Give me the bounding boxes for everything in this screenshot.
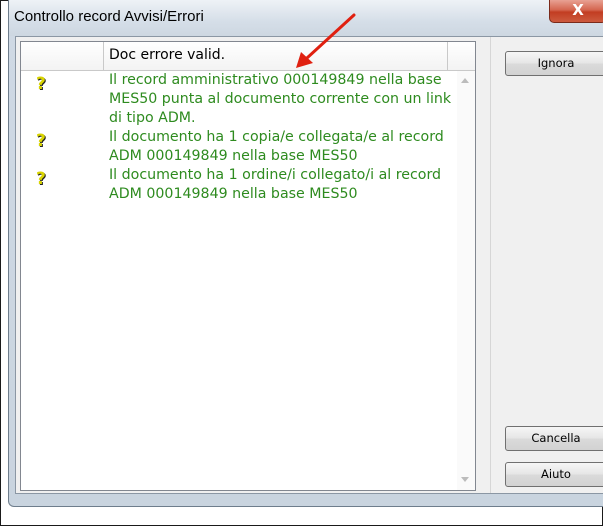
header-divider bbox=[447, 42, 448, 70]
message-text: Il documento ha 1 copia/e collegata/e al… bbox=[109, 129, 444, 164]
message-rows: ? ? Il record amministrativo 000149849 n… bbox=[21, 71, 457, 204]
question-mark-icon: ? ? bbox=[35, 73, 53, 95]
message-text: Il record amministrativo 000149849 nella… bbox=[109, 72, 452, 126]
svg-text:?: ? bbox=[36, 74, 46, 94]
vertical-scrollbar[interactable] bbox=[457, 71, 475, 490]
column-header-doc-errore[interactable]: Doc errore valid. bbox=[109, 47, 225, 63]
question-mark-icon: ? ? bbox=[35, 130, 53, 152]
question-mark-icon: ? ? bbox=[35, 168, 53, 190]
svg-text:?: ? bbox=[36, 169, 46, 189]
icon-column-header[interactable] bbox=[21, 42, 104, 70]
close-button[interactable]: X bbox=[549, 0, 603, 23]
list-item[interactable]: ? ? Il documento ha 1 ordine/i collegato… bbox=[21, 166, 457, 204]
dialog-window: Controllo record Avvisi/Errori X Doc err… bbox=[8, 0, 603, 507]
messages-list[interactable]: Doc errore valid. ? ? Il record amminist… bbox=[20, 41, 476, 491]
help-button[interactable]: Aiuto bbox=[505, 462, 603, 487]
list-item[interactable]: ? ? Il documento ha 1 copia/e collegata/… bbox=[21, 128, 457, 166]
title-bar[interactable]: Controllo record Avvisi/Errori X bbox=[9, 0, 603, 36]
cancel-button[interactable]: Cancella bbox=[505, 426, 603, 451]
window-title: Controllo record Avvisi/Errori bbox=[14, 8, 204, 25]
message-text: Il documento ha 1 ordine/i collegato/i a… bbox=[109, 167, 442, 202]
scroll-down-arrow-icon[interactable] bbox=[461, 477, 469, 482]
list-item[interactable]: ? ? Il record amministrativo 000149849 n… bbox=[21, 71, 457, 128]
dialog-client-area: Doc errore valid. ? ? Il record amminist… bbox=[15, 36, 603, 494]
list-header: Doc errore valid. bbox=[21, 42, 475, 71]
scroll-up-arrow-icon[interactable] bbox=[461, 78, 469, 83]
button-panel: Ignora Cancella Aiuto bbox=[490, 37, 603, 493]
ignore-button[interactable]: Ignora bbox=[505, 51, 603, 76]
svg-text:?: ? bbox=[36, 131, 46, 151]
